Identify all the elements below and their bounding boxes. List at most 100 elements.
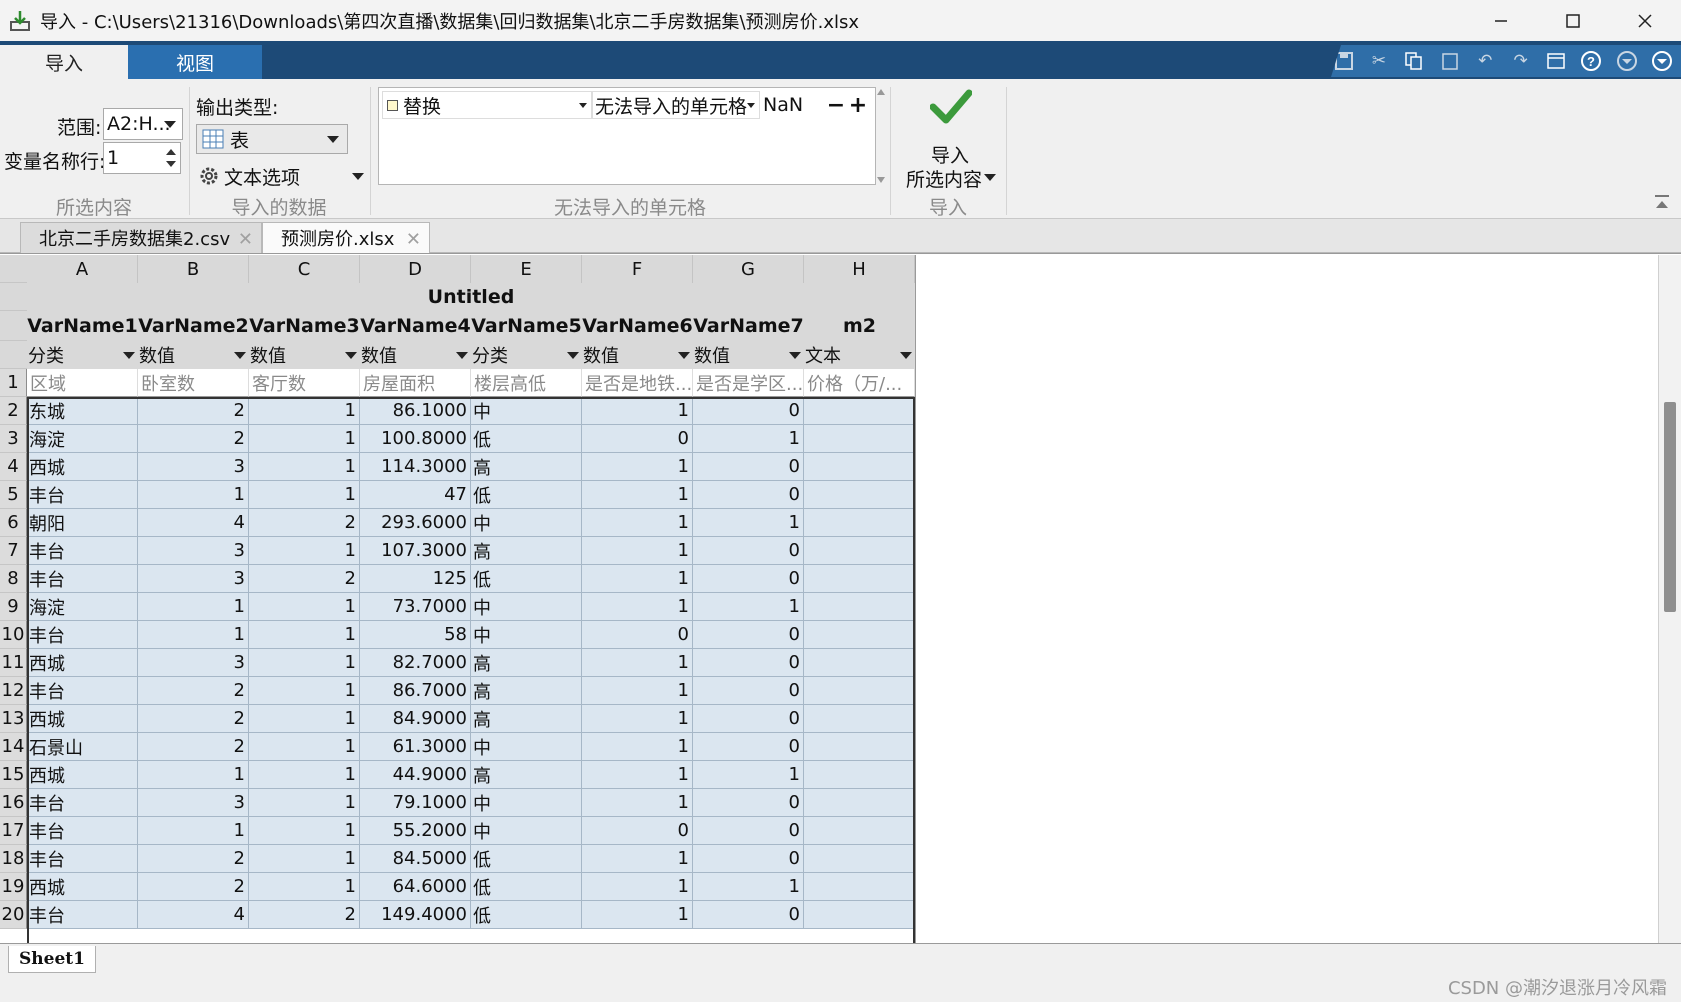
table-cell[interactable] (804, 789, 915, 817)
table-cell[interactable]: 0 (693, 677, 804, 705)
chevron-down-icon[interactable] (123, 352, 135, 359)
column-letter[interactable]: F (582, 255, 693, 283)
table-cell[interactable]: 3 (138, 453, 249, 481)
table-cell[interactable]: 西城 (27, 761, 138, 789)
chevron-down-icon[interactable] (567, 352, 579, 359)
table-cell[interactable]: 2 (249, 509, 360, 537)
table-cell[interactable] (804, 733, 915, 761)
scrollbar-thumb[interactable] (1664, 402, 1676, 612)
table-cell[interactable] (804, 761, 915, 789)
table-cell[interactable]: 3 (138, 789, 249, 817)
table-cell[interactable] (804, 565, 915, 593)
spinner-arrows-icon[interactable] (164, 144, 178, 172)
variable-name[interactable]: m2 (804, 311, 915, 341)
table-cell[interactable]: 1 (249, 845, 360, 873)
table-cell[interactable]: 西城 (27, 705, 138, 733)
table-cell[interactable]: 1 (582, 873, 693, 901)
table-cell[interactable]: 1 (249, 789, 360, 817)
table-cell[interactable]: 西城 (27, 453, 138, 481)
header-cell[interactable]: 房屋面积 (360, 369, 471, 397)
column-letter[interactable]: C (249, 255, 360, 283)
table-cell[interactable]: 82.7000 (360, 649, 471, 677)
chevron-down-icon[interactable] (327, 136, 339, 143)
table-cell[interactable]: 1 (582, 453, 693, 481)
table-cell[interactable]: 1 (693, 425, 804, 453)
table-cell[interactable]: 0 (693, 621, 804, 649)
doc-tab-csv[interactable]: 北京二手房数据集2.csv ✕ (20, 222, 262, 253)
chevron-down-icon[interactable] (234, 352, 246, 359)
table-cell[interactable]: 125 (360, 565, 471, 593)
table-cell[interactable]: 西城 (27, 649, 138, 677)
table-cell[interactable]: 0 (582, 425, 693, 453)
table-cell[interactable]: 86.7000 (360, 677, 471, 705)
table-cell[interactable]: 丰台 (27, 901, 138, 929)
chevron-down-icon[interactable] (747, 103, 755, 108)
table-cell[interactable]: 0 (693, 845, 804, 873)
table-cell[interactable]: 丰台 (27, 481, 138, 509)
help-icon[interactable]: ? (1579, 48, 1604, 74)
close-button[interactable] (1609, 0, 1681, 41)
table-cell[interactable]: 2 (249, 565, 360, 593)
table-cell[interactable]: 朝阳 (27, 509, 138, 537)
table-cell[interactable]: 低 (471, 565, 582, 593)
chevron-down-icon[interactable] (164, 121, 176, 128)
redo-icon[interactable]: ↷ (1508, 48, 1533, 74)
table-cell[interactable] (804, 453, 915, 481)
table-cell[interactable]: 1 (138, 817, 249, 845)
table-cell[interactable]: 中 (471, 621, 582, 649)
variable-type-dropdown[interactable]: 分类 (471, 341, 582, 369)
table-cell[interactable]: 0 (693, 817, 804, 845)
table-cell[interactable]: 0 (693, 453, 804, 481)
table-cell[interactable]: 1 (582, 789, 693, 817)
table-cell[interactable]: 丰台 (27, 817, 138, 845)
table-cell[interactable]: 1 (582, 733, 693, 761)
variable-name[interactable]: VarName7 (693, 311, 804, 341)
range-field[interactable]: A2:H... (103, 108, 183, 140)
variable-type-dropdown[interactable]: 数值 (138, 341, 249, 369)
table-cell[interactable] (804, 481, 915, 509)
table-cell[interactable]: 3 (138, 565, 249, 593)
column-letter[interactable]: B (138, 255, 249, 283)
variable-type-dropdown[interactable]: 数值 (693, 341, 804, 369)
table-cell[interactable]: 0 (693, 397, 804, 425)
table-cell[interactable]: 低 (471, 873, 582, 901)
table-cell[interactable]: 1 (138, 481, 249, 509)
table-cell[interactable]: 低 (471, 481, 582, 509)
table-cell[interactable]: 1 (582, 481, 693, 509)
table-cell[interactable]: 1 (693, 593, 804, 621)
column-letter[interactable]: A (27, 255, 138, 283)
table-cell[interactable]: 0 (693, 733, 804, 761)
close-icon[interactable]: ✕ (406, 229, 421, 250)
table-cell[interactable]: 中 (471, 817, 582, 845)
table-cell[interactable] (804, 845, 915, 873)
table-cell[interactable]: 1 (693, 873, 804, 901)
table-cell[interactable]: 丰台 (27, 621, 138, 649)
maximize-button[interactable] (1537, 0, 1609, 41)
table-cell[interactable]: 丰台 (27, 565, 138, 593)
table-cell[interactable]: 0 (693, 705, 804, 733)
header-cell[interactable]: 卧室数 (138, 369, 249, 397)
column-letter[interactable]: D (360, 255, 471, 283)
header-cell[interactable]: 是否是学区... (693, 369, 804, 397)
table-cell[interactable]: 丰台 (27, 845, 138, 873)
table-cell[interactable]: 293.6000 (360, 509, 471, 537)
table-cell[interactable]: 1 (582, 509, 693, 537)
table-cell[interactable]: 1 (582, 845, 693, 873)
table-cell[interactable]: 1 (693, 761, 804, 789)
table-cell[interactable]: 丰台 (27, 789, 138, 817)
variable-type-dropdown[interactable]: 数值 (249, 341, 360, 369)
table-cell[interactable]: 79.1000 (360, 789, 471, 817)
table-cell[interactable]: 4 (138, 901, 249, 929)
table-cell[interactable]: 1 (249, 453, 360, 481)
sheet-tab[interactable]: Sheet1 (8, 946, 96, 973)
table-cell[interactable]: 4 (138, 509, 249, 537)
table-cell[interactable]: 1 (582, 565, 693, 593)
table-cell[interactable]: 中 (471, 789, 582, 817)
table-cell[interactable]: 107.3000 (360, 537, 471, 565)
table-cell[interactable]: 0 (693, 901, 804, 929)
table-cell[interactable]: 高 (471, 537, 582, 565)
variable-name[interactable]: VarName5 (471, 311, 582, 341)
close-icon[interactable]: ✕ (238, 229, 253, 250)
variable-type-dropdown[interactable]: 数值 (582, 341, 693, 369)
table-cell[interactable] (804, 649, 915, 677)
